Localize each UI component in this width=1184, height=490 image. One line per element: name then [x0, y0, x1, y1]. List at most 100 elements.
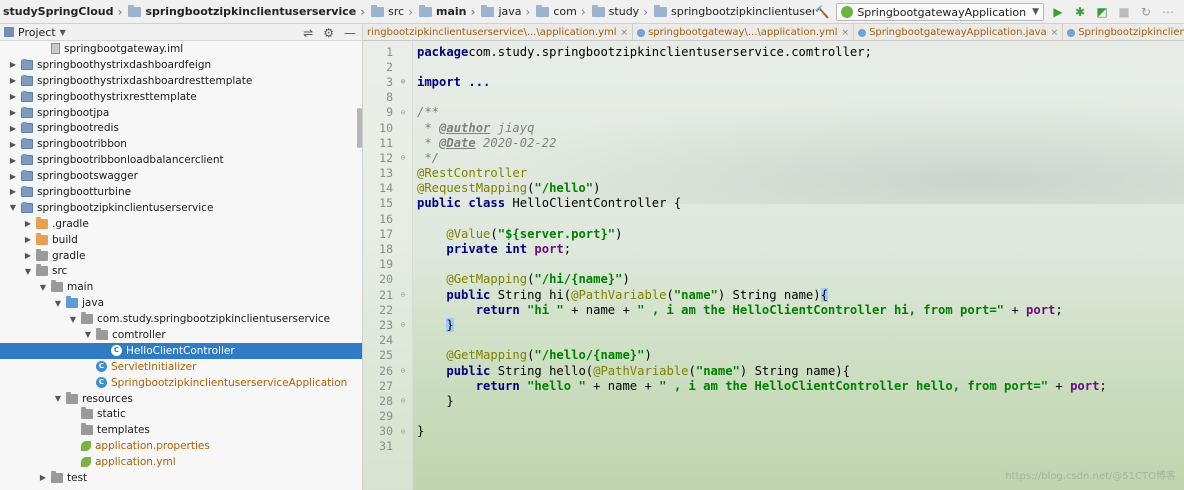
project-panel-title[interactable]: Project: [18, 26, 56, 39]
chevron-right-icon[interactable]: ▶: [38, 473, 48, 482]
run-icon[interactable]: ▶: [1050, 4, 1066, 20]
chevron-down-icon[interactable]: ▼: [53, 394, 63, 403]
collapse-all-icon[interactable]: ⇌: [303, 26, 313, 40]
chevron-right-icon[interactable]: ▶: [8, 140, 18, 149]
code-line[interactable]: 23 ⊖ }: [363, 317, 1184, 332]
code-line[interactable]: 17 @Value("${server.port}"): [363, 226, 1184, 241]
fold-icon[interactable]: ⊖: [396, 290, 410, 299]
tree-item[interactable]: ▼ comtroller: [0, 327, 362, 343]
tree-item[interactable]: C ServletInitializer: [0, 359, 362, 375]
chevron-down-icon[interactable]: ▼: [60, 28, 66, 37]
chevron-right-icon[interactable]: ▶: [8, 108, 18, 117]
tree-item[interactable]: application.properties: [0, 438, 362, 454]
close-icon[interactable]: ×: [621, 28, 629, 38]
code-line[interactable]: 16: [363, 211, 1184, 226]
fold-icon[interactable]: ⊖: [396, 320, 410, 329]
tree-item[interactable]: ▶ gradle: [0, 248, 362, 264]
code-line[interactable]: 22 return "hi " + name + " , i am the He…: [363, 302, 1184, 317]
chevron-right-icon[interactable]: ▶: [23, 219, 33, 228]
chevron-down-icon[interactable]: ▼: [83, 330, 93, 339]
chevron-right-icon[interactable]: ▶: [8, 187, 18, 196]
tree-item[interactable]: ▼ java: [0, 295, 362, 311]
tree-item[interactable]: ▼ main: [0, 279, 362, 295]
code-line[interactable]: 20 @GetMapping("/hi/{name}"): [363, 272, 1184, 287]
chevron-right-icon[interactable]: ▶: [8, 76, 18, 85]
fold-icon[interactable]: ⊖: [396, 427, 410, 436]
tree-item[interactable]: ▶ springbootswagger: [0, 168, 362, 184]
code-line[interactable]: 19: [363, 257, 1184, 272]
code-line[interactable]: 10 * @author jiayq: [363, 120, 1184, 135]
code-line[interactable]: 29: [363, 409, 1184, 424]
code-line[interactable]: 30 ⊖}: [363, 424, 1184, 439]
code-line[interactable]: 11 * @Date 2020-02-22: [363, 135, 1184, 150]
tree-item[interactable]: ▶ build: [0, 232, 362, 248]
gear-icon[interactable]: ⚙: [323, 26, 334, 40]
breadcrumb-item[interactable]: com ›: [533, 0, 588, 23]
code-line[interactable]: 2: [363, 59, 1184, 74]
code-area[interactable]: 1 packagecom.study.springbootzipkinclient…: [363, 44, 1184, 454]
tree-item[interactable]: ▶ springbootredis: [0, 120, 362, 136]
breadcrumb-item[interactable]: src ›: [368, 0, 416, 23]
editor-tab[interactable]: SpringbootzipkinclientuserserviceApplic: [1063, 24, 1184, 40]
chevron-right-icon[interactable]: ▶: [8, 124, 18, 133]
chevron-right-icon[interactable]: ▶: [8, 92, 18, 101]
tree-item[interactable]: ▶ springbootturbine: [0, 184, 362, 200]
update-icon[interactable]: ↻: [1138, 4, 1154, 20]
tree-item[interactable]: templates: [0, 422, 362, 438]
coverage-icon[interactable]: ◩: [1094, 4, 1110, 20]
tree-item[interactable]: ▶ springboothystrixdashboardfeign: [0, 57, 362, 73]
close-icon[interactable]: ×: [842, 28, 850, 38]
code-line[interactable]: 12 ⊖ */: [363, 150, 1184, 165]
breadcrumb-item[interactable]: springbootzipkinclientuserservice›: [125, 0, 368, 23]
code-editor[interactable]: ringbootzipkinclientuserservice\...\appl…: [363, 24, 1184, 490]
close-icon[interactable]: ×: [1051, 28, 1059, 38]
fold-icon[interactable]: ⊖: [396, 153, 410, 162]
tree-item[interactable]: ▶ springboothystrixdashboardresttemplate: [0, 73, 362, 89]
code-line[interactable]: 13 @RestController: [363, 166, 1184, 181]
editor-tab[interactable]: ringbootzipkinclientuserservice\...\appl…: [363, 24, 634, 40]
editor-tab[interactable]: springbootgateway\...\application.yml ×: [633, 24, 855, 40]
tree-item[interactable]: application.yml: [0, 454, 362, 470]
tree-item[interactable]: ▼ src: [0, 263, 362, 279]
more-icon[interactable]: ⋯: [1160, 4, 1176, 20]
chevron-down-icon[interactable]: ▼: [53, 299, 63, 308]
tree-item[interactable]: ▶ springbootribbon: [0, 136, 362, 152]
project-scrollbar[interactable]: [357, 108, 362, 148]
fold-icon[interactable]: ⊖: [396, 108, 410, 117]
tree-item[interactable]: ▶ .gradle: [0, 216, 362, 232]
chevron-down-icon[interactable]: ▼: [8, 203, 18, 212]
hide-icon[interactable]: —: [344, 26, 356, 40]
code-line[interactable]: 14 @RequestMapping("/hello"): [363, 181, 1184, 196]
breadcrumb-item[interactable]: main ›: [416, 0, 478, 23]
code-line[interactable]: 3 ⊕ import ...: [363, 74, 1184, 89]
chevron-right-icon[interactable]: ▶: [8, 60, 18, 69]
tree-item[interactable]: ▼ com.study.springbootzipkinclientuserser…: [0, 311, 362, 327]
code-line[interactable]: 27 return "hello " + name + " , i am the…: [363, 378, 1184, 393]
code-line[interactable]: 15 public class HelloClientController {: [363, 196, 1184, 211]
editor-tab[interactable]: SpringbootgatewayApplication.java ×: [854, 24, 1064, 40]
chevron-down-icon[interactable]: ▼: [68, 315, 78, 324]
stop-icon[interactable]: ■: [1116, 4, 1132, 20]
tree-item[interactable]: ▼ resources: [0, 391, 362, 407]
code-line[interactable]: 31: [363, 439, 1184, 454]
tree-item[interactable]: ▶ springbootjpa: [0, 105, 362, 121]
code-line[interactable]: 18 private int port;: [363, 241, 1184, 256]
debug-icon[interactable]: ✱: [1072, 4, 1088, 20]
chevron-right-icon[interactable]: ▶: [23, 235, 33, 244]
chevron-right-icon[interactable]: ▶: [23, 251, 33, 260]
code-line[interactable]: 25 @GetMapping("/hello/{name}"): [363, 348, 1184, 363]
code-line[interactable]: 21 ⊖ public String hi(@PathVariable("name…: [363, 287, 1184, 302]
code-line[interactable]: 26 ⊖ public String hello(@PathVariable("n…: [363, 363, 1184, 378]
tree-item[interactable]: C HelloClientController: [0, 342, 362, 359]
run-config-select[interactable]: SpringbootgatewayApplication ▼: [836, 3, 1044, 21]
tree-item[interactable]: C SpringbootzipkinclientuserserviceApplic…: [0, 375, 362, 391]
fold-icon[interactable]: ⊕: [396, 77, 410, 86]
chevron-right-icon[interactable]: ▶: [8, 156, 18, 165]
fold-icon[interactable]: ⊖: [396, 366, 410, 375]
chevron-down-icon[interactable]: ▼: [23, 267, 33, 276]
tree-item[interactable]: ▶ test: [0, 470, 362, 486]
tree-item[interactable]: static: [0, 406, 362, 422]
tree-item[interactable]: ▶ springbootribbonloadbalancerclient: [0, 152, 362, 168]
chevron-right-icon[interactable]: ▶: [8, 172, 18, 181]
tree-item[interactable]: ▶ springboothystrixresttemplate: [0, 89, 362, 105]
